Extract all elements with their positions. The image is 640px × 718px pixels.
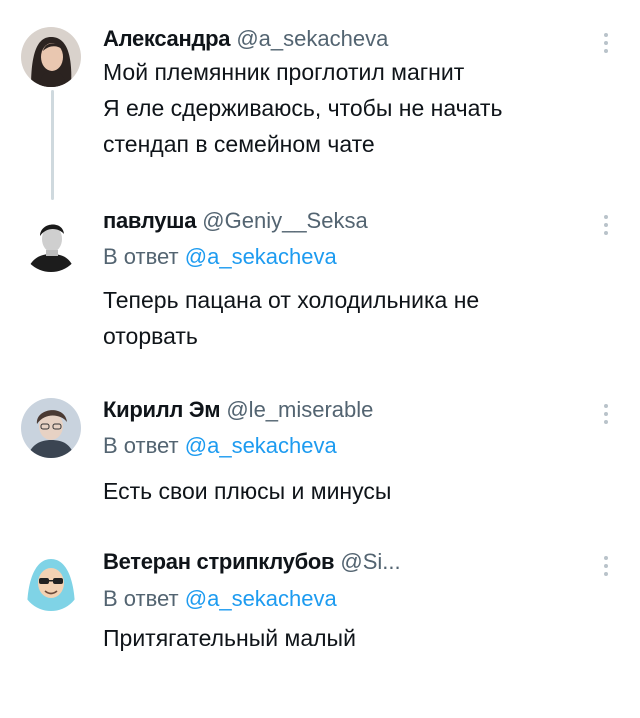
more-options-icon[interactable] [598, 553, 614, 579]
tweet-text-line: стендап в семейном чате [103, 131, 375, 157]
tweet-text-line: Теперь пацана от холодильника не [103, 287, 480, 313]
tweet[interactable]: Александра @a_sekacheva Мой племянник пр… [0, 0, 640, 185]
more-options-icon[interactable] [598, 30, 614, 56]
tweet-header: Александра @a_sekacheva [103, 26, 388, 52]
reply-context: В ответ @a_sekacheva [103, 433, 337, 459]
avatar[interactable] [21, 27, 81, 87]
user-handle[interactable]: @le_miserable [226, 397, 373, 422]
tweet[interactable]: павлуша @Geniy__Seksa В ответ @a_sekache… [0, 185, 640, 370]
display-name[interactable]: Ветеран стрипклубов [103, 549, 335, 574]
hooded-cartoon-avatar-icon [21, 551, 81, 611]
reply-mention-link[interactable]: @a_sekacheva [185, 433, 337, 458]
tweet-text: Теперь пацана от холодильника не оторват… [103, 282, 479, 354]
display-name[interactable]: Кирилл Эм [103, 397, 221, 422]
display-name[interactable]: павлуша [103, 208, 196, 233]
tweet-header: Ветеран стрипклубов @Si... [103, 549, 401, 575]
reply-context: В ответ @a_sekacheva [103, 244, 337, 270]
reply-prefix: В ответ [103, 586, 179, 611]
tweet-text: Мой племянник проглотил магнит Я еле сде… [103, 54, 502, 162]
reply-mention-link[interactable]: @a_sekacheva [185, 244, 337, 269]
avatar[interactable] [21, 551, 81, 611]
tweet-text: Есть свои плюсы и минусы [103, 473, 391, 509]
display-name[interactable]: Александра [103, 26, 231, 51]
avatar[interactable] [21, 398, 81, 458]
tweet-text: Притягательный малый [103, 620, 356, 656]
tweet-text-line: Есть свои плюсы и минусы [103, 478, 392, 504]
tweet-header: павлуша @Geniy__Seksa [103, 208, 368, 234]
tweet-header: Кирилл Эм @le_miserable [103, 397, 373, 423]
tweet-text-line: оторвать [103, 323, 198, 349]
reply-mention-link[interactable]: @a_sekacheva [185, 586, 337, 611]
user-handle[interactable]: @Si... [340, 549, 400, 574]
man-portrait-avatar-icon [21, 212, 81, 272]
tweet-text-line: Мой племянник проглотил магнит [103, 59, 465, 85]
tweet[interactable]: Кирилл Эм @le_miserable В ответ @a_sekac… [0, 370, 640, 530]
woman-portrait-avatar-icon [21, 27, 81, 87]
reply-prefix: В ответ [103, 244, 179, 269]
man-portrait-avatar-icon [21, 398, 81, 458]
user-handle[interactable]: @Geniy__Seksa [202, 208, 367, 233]
tweet-text-line: Притягательный малый [103, 625, 356, 651]
tweet-text-line: Я еле сдерживаюсь, чтобы не начать [103, 95, 503, 121]
reply-prefix: В ответ [103, 433, 179, 458]
more-options-icon[interactable] [598, 401, 614, 427]
user-handle[interactable]: @a_sekacheva [236, 26, 388, 51]
reply-context: В ответ @a_sekacheva [103, 586, 337, 612]
more-options-icon[interactable] [598, 212, 614, 238]
avatar[interactable] [21, 212, 81, 272]
tweet[interactable]: Ветеран стрипклубов @Si... В ответ @a_se… [0, 530, 640, 718]
